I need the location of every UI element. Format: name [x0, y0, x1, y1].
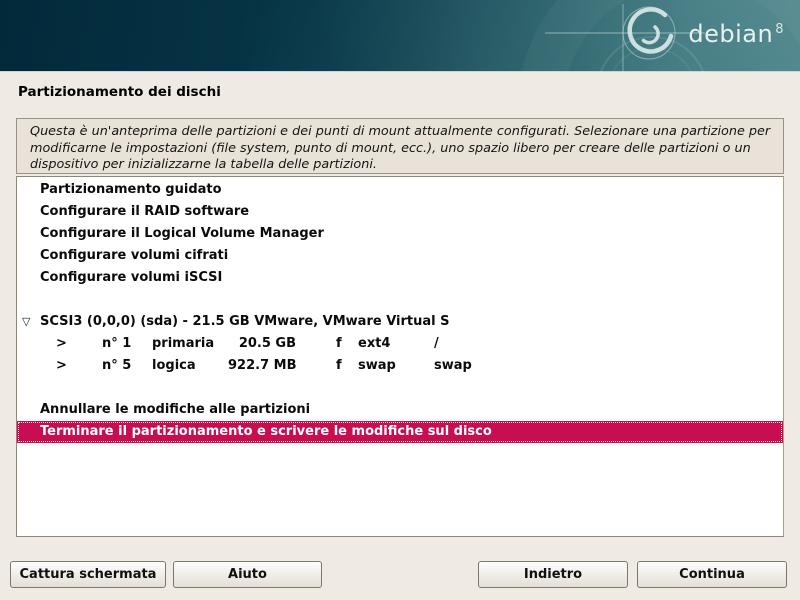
list-item-configure-lvm[interactable]: Configurare il Logical Volume Manager	[17, 223, 783, 245]
partition-type: primaria	[152, 333, 228, 355]
list-item-undo-changes[interactable]: Annullare le modifiche alle partizioni	[17, 399, 783, 421]
page-title: Partizionamento dei dischi	[18, 84, 221, 100]
partition-number: n° 1	[102, 333, 152, 355]
debian-swirl-icon	[0, 0, 800, 72]
partition-size: 922.7 MB	[228, 355, 296, 377]
indent	[17, 355, 56, 377]
screenshot-button[interactable]: Cattura schermata	[10, 561, 166, 588]
list-item-finish-partitioning[interactable]: Terminare il partizionamento e scrivere …	[17, 421, 783, 443]
description-box: Questa è un'anteprima delle partizioni e…	[16, 118, 784, 174]
partition-arrow-icon: >	[56, 355, 102, 377]
partition-number: n° 5	[102, 355, 152, 377]
partition-filesystem: ext4	[358, 333, 434, 355]
list-item-configure-encrypted[interactable]: Configurare volumi cifrati	[17, 245, 783, 267]
list-spacer	[17, 377, 783, 399]
debian-logo: debian8	[688, 20, 784, 48]
partition-flag: f	[336, 355, 358, 377]
list-item-partition-5[interactable]: > n° 5 logica 922.7 MB f swap swap	[17, 355, 783, 377]
list-spacer	[17, 289, 783, 311]
partition-size: 20.5 GB	[228, 333, 296, 355]
list-item-configure-raid[interactable]: Configurare il RAID software	[17, 201, 783, 223]
partition-filesystem: swap	[358, 355, 434, 377]
partition-mountpoint: swap	[434, 355, 472, 377]
indent	[17, 333, 56, 355]
partition-arrow-icon: >	[56, 333, 102, 355]
continue-button[interactable]: Continua	[637, 561, 787, 588]
back-button[interactable]: Indietro	[478, 561, 628, 588]
list-item-configure-iscsi[interactable]: Configurare volumi iSCSI	[17, 267, 783, 289]
brand-text: debian	[688, 20, 773, 48]
list-item-partition-1[interactable]: > n° 1 primaria 20.5 GB f ext4 /	[17, 333, 783, 355]
partition-type: logica	[152, 355, 228, 377]
gap	[296, 333, 336, 355]
description-text: Questa è un'anteprima delle partizioni e…	[30, 124, 770, 172]
list-item-guided-partitioning[interactable]: Partizionamento guidato	[17, 179, 783, 201]
partition-flag: f	[336, 333, 358, 355]
gap	[296, 355, 336, 377]
header-banner: debian8	[0, 0, 800, 72]
disk-label: SCSI3 (0,0,0) (sda) - 21.5 GB VMware, VM…	[40, 314, 449, 329]
partition-mountpoint: /	[434, 333, 439, 355]
partition-list: Partizionamento guidato Configurare il R…	[16, 176, 784, 537]
help-button[interactable]: Aiuto	[173, 561, 322, 588]
list-item-disk[interactable]: ▽SCSI3 (0,0,0) (sda) - 21.5 GB VMware, V…	[17, 311, 783, 333]
brand-version: 8	[775, 22, 784, 37]
expander-icon[interactable]: ▽	[22, 311, 40, 333]
